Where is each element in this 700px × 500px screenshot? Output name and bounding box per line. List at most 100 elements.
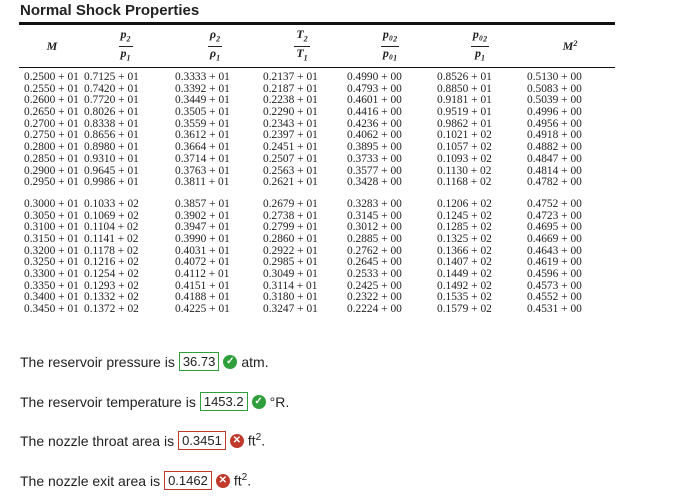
table-cell: 0.3150 + 01 (24, 232, 79, 245)
numerator-symbol: p₀ (382, 27, 394, 42)
table-cell: 0.1449 + 02 (437, 268, 492, 280)
table-cell: 0.2621 + 01 (263, 176, 318, 189)
table-cell: 0.7125 + 01 (84, 71, 139, 83)
header-denominator: T1 (294, 45, 309, 64)
unit-text: °R. (269, 393, 290, 410)
table-cell: 0.2507 + 01 (263, 152, 318, 165)
answer-label: The nozzle exit area is (20, 472, 161, 489)
denominator-subscript: 1 (303, 52, 308, 62)
header-label: M (562, 38, 574, 53)
page-title: Normal Shock Properties (20, 2, 200, 19)
table-cell: 0.2290 + 01 (263, 106, 318, 119)
unit-text: ft (247, 432, 256, 449)
table-cell: 0.8026 + 01 (84, 106, 139, 119)
x-circle-icon: ✕ (229, 433, 244, 448)
answer-label: The nozzle throat area is (20, 432, 175, 449)
table-cell: 0.1372 + 02 (84, 303, 139, 316)
numerator-subscript: 2 (483, 34, 488, 44)
table-cell: 0.2137 + 01 (263, 71, 318, 83)
table-body: 0.2500 + 01 0.7125 + 01 0.3333 + 01 0.2137 … (19, 68, 615, 316)
table-cell: 0.4416 + 00 (347, 106, 402, 119)
table-cell: 0.4225 + 01 (175, 303, 230, 316)
header-fraction: p2 p1 (118, 28, 133, 64)
table-cell: 0.1579 + 02 (437, 303, 492, 316)
table-cell: 0.8526 + 01 (437, 71, 492, 83)
header-denominator: ρ1 (208, 46, 222, 64)
table-cell: 0.2650 + 01 (24, 106, 79, 119)
table-row: 0.3450 + 01 0.1372 + 02 0.4225 + 01 0.3247 … (19, 303, 615, 316)
header-denominator: p₀1 (381, 45, 399, 64)
denominator-subscript: 1 (216, 52, 221, 62)
normal-shock-table: Mp2 p1 ρ2 ρ1 T2 T1 p₀2 p₀1 p₀2 p1 M 2 0.2500 + 01 0.… (19, 22, 615, 316)
answer-line: The reservoir pressure is 36.73 ✓ atm. (20, 352, 269, 371)
table-cell: 0.2850 + 01 (24, 152, 79, 165)
check-circle-icon: ✓ (223, 354, 238, 369)
table-cell: 0.1206 + 02 (437, 197, 492, 210)
answer-line: The reservoir temperature is 1453.2 ✓ °R. (20, 392, 289, 411)
table-cell: 0.9519 + 01 (437, 106, 492, 119)
table-row: 0.2500 + 01 0.7125 + 01 0.3333 + 01 0.2137 … (19, 71, 615, 84)
unit-period: . (261, 432, 266, 449)
table-cell: 0.9310 + 01 (84, 152, 139, 165)
answer-line: The nozzle throat area is 0.3451 ✕ ft2. (20, 431, 265, 450)
numerator-subscript: 2 (216, 34, 221, 44)
x-circle-icon: ✕ (215, 473, 230, 488)
table-cell: 0.3300 + 01 (24, 268, 79, 280)
header-cell: M2 (525, 39, 615, 54)
table-cell: 0.3049 + 01 (263, 268, 318, 280)
unit-text: ft (233, 472, 242, 489)
table-cell: 0.4990 + 00 (347, 71, 402, 83)
table-cell: 0.3811 + 01 (175, 176, 230, 189)
header-numerator: p₀2 (380, 27, 400, 47)
header-cell: p2 p1 (80, 28, 171, 64)
table-cell: 0.3247 + 01 (263, 303, 318, 316)
table-cell: 0.3857 + 01 (175, 197, 230, 210)
table-row: 0.2650 + 01 0.8026 + 01 0.3505 + 01 0.2290 … (19, 106, 615, 119)
numerator-subscript: 2 (393, 34, 398, 44)
numerator-subscript: 2 (126, 34, 131, 44)
table-cell: 0.4531 + 00 (527, 303, 582, 316)
denominator-subscript: 1 (393, 52, 398, 62)
numerator-subscript: 2 (303, 34, 308, 44)
table-cell: 0.3283 + 00 (347, 197, 402, 210)
table-cell: 0.1093 + 02 (437, 152, 492, 165)
table-cell: 0.1254 + 02 (84, 268, 139, 280)
table-row: 0.3300 + 01 0.1254 + 02 0.4112 + 01 0.3049 … (19, 268, 615, 281)
table-cell: 0.4669 + 00 (527, 232, 582, 245)
table-cell: 0.3990 + 01 (175, 232, 230, 245)
answer-input[interactable]: 36.73 (178, 352, 220, 371)
header-cell: M (19, 39, 80, 54)
header-subscript: 2 (573, 38, 578, 48)
header-numerator: T2 (294, 28, 310, 47)
denominator-symbol: T (296, 45, 304, 60)
answer-input[interactable]: 0.3451 (178, 431, 226, 450)
table-cell: 0.1325 + 02 (437, 232, 492, 245)
header-fraction: p₀2 p1 (470, 27, 490, 64)
table-cell: 0.3000 + 01 (24, 197, 79, 210)
header-numerator: ρ2 (207, 28, 223, 47)
denominator-subscript: 1 (126, 52, 131, 62)
table-cell: 0.4782 + 00 (527, 176, 582, 189)
table-header: Mp2 p1 ρ2 ρ1 T2 T1 p₀2 p₀1 p₀2 p1 M 2 (19, 25, 615, 67)
answer-input[interactable]: 1453.2 (199, 392, 248, 411)
denominator-symbol: p₀ (382, 45, 394, 60)
table-cell: 0.4847 + 00 (527, 152, 582, 165)
table-cell: 0.4996 + 00 (527, 106, 582, 119)
table-cell: 0.4752 + 00 (527, 197, 582, 210)
table-cell: 0.2533 + 00 (347, 268, 402, 280)
header-numerator: p2 (118, 28, 133, 47)
denominator-subscript: 1 (481, 52, 485, 62)
table-cell: 0.2860 + 01 (263, 232, 318, 245)
answer-input[interactable]: 0.1462 (164, 471, 212, 490)
numerator-symbol: p₀ (472, 27, 484, 42)
table-row: 0.2850 + 01 0.9310 + 01 0.3714 + 01 0.2507 … (19, 152, 615, 166)
table-cell: 0.3714 + 01 (175, 152, 230, 165)
header-denominator: p1 (473, 46, 487, 64)
table-cell: 0.2500 + 01 (24, 71, 79, 83)
table-cell: 0.3733 + 00 (347, 152, 402, 165)
table-cell: 0.2679 + 01 (263, 197, 318, 210)
answer-label: The reservoir temperature is (20, 393, 196, 410)
answer-unit: ft2. (234, 472, 251, 489)
check-circle-icon: ✓ (251, 394, 266, 409)
answer-unit: ft2. (248, 432, 265, 449)
